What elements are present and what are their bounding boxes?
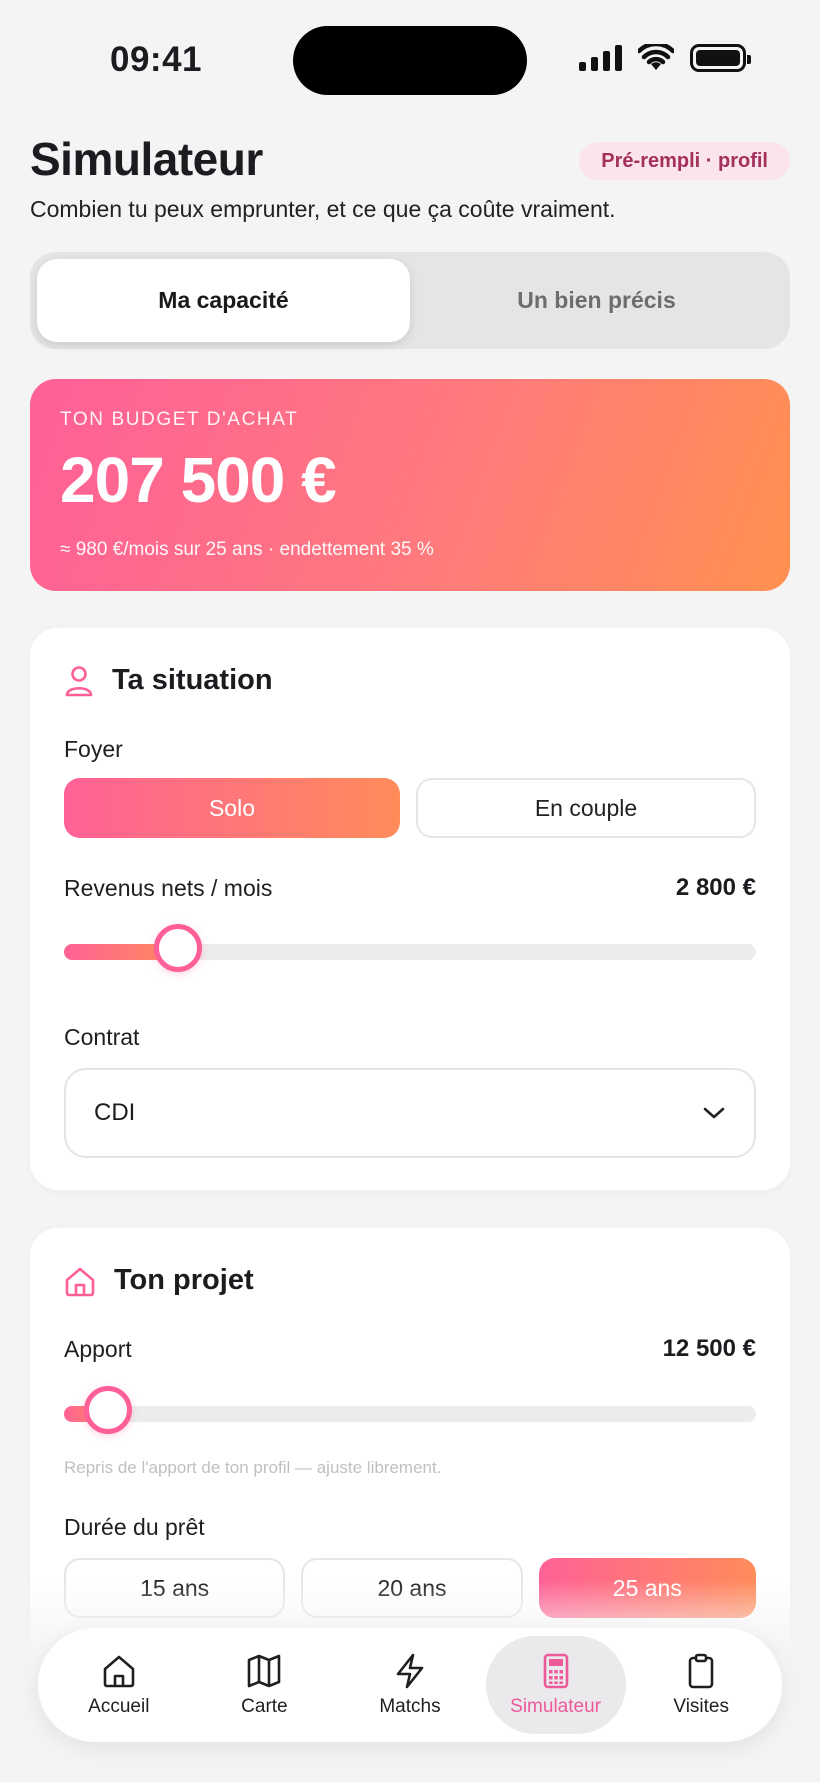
status-bar: 09:41 (0, 0, 820, 120)
contract-value: CDI (94, 1099, 136, 1126)
clipboard-icon (688, 1653, 714, 1689)
projet-title: Ton projet (114, 1264, 254, 1296)
situation-header: Ta situation (64, 664, 273, 697)
household-options: Solo En couple (64, 778, 756, 838)
tab-matchs-label: Matchs (379, 1696, 441, 1717)
tab-simulateur[interactable]: Simulateur (485, 1636, 626, 1734)
tab-ma-capacite[interactable]: Ma capacité (37, 259, 410, 342)
status-icons (579, 44, 751, 72)
calculator-icon (543, 1653, 568, 1689)
status-time: 09:41 (110, 40, 203, 79)
situation-card: Ta situation Foyer Solo En couple Revenu… (30, 628, 790, 1190)
contract-label: Contrat (64, 1024, 140, 1050)
apport-slider-thumb[interactable] (83, 1386, 132, 1434)
cellular-signal-icon (579, 45, 622, 71)
chevron-down-icon (703, 1107, 725, 1119)
wifi-icon (638, 44, 674, 70)
map-icon (248, 1654, 281, 1688)
tab-matchs[interactable]: Matchs (340, 1636, 480, 1734)
tab-carte[interactable]: Carte (194, 1636, 334, 1734)
apport-label: Apport (64, 1336, 132, 1362)
income-slider[interactable] (64, 924, 756, 972)
tab-carte-label: Carte (241, 1696, 288, 1717)
duration-label: Durée du prêt (64, 1514, 205, 1540)
tab-bar: Accueil Carte Matchs Simulateur Visites (38, 1628, 782, 1742)
tab-accueil[interactable]: Accueil (49, 1636, 189, 1734)
projet-header: Ton projet (64, 1264, 254, 1297)
household-couple-button[interactable]: En couple (416, 778, 756, 838)
budget-amount: 207 500 € (60, 444, 337, 516)
mode-segmented-control: Ma capacité Un bien précis (30, 252, 790, 349)
battery-icon (690, 44, 751, 72)
household-solo-button[interactable]: Solo (64, 778, 400, 838)
home-icon (103, 1655, 135, 1688)
tab-simulateur-label: Simulateur (510, 1696, 601, 1717)
budget-card: TON BUDGET D'ACHAT 207 500 € ≈ 980 €/moi… (30, 379, 790, 591)
lightning-icon (396, 1653, 424, 1689)
apport-slider[interactable] (64, 1386, 756, 1434)
home-icon (65, 1267, 95, 1296)
budget-label: TON BUDGET D'ACHAT (60, 409, 299, 430)
contract-select[interactable]: CDI (64, 1068, 756, 1158)
page-subtitle: Combien tu peux emprunter, et ce que ça … (30, 196, 616, 222)
apport-value: 12 500 € (662, 1335, 756, 1362)
prefill-badge[interactable]: Pré-rempli · profil (579, 142, 790, 180)
tab-visites-label: Visites (673, 1696, 729, 1717)
dynamic-island (293, 26, 527, 95)
budget-details: ≈ 980 €/mois sur 25 ans · endettement 35… (60, 539, 434, 560)
income-slider-thumb[interactable] (154, 924, 203, 972)
tab-visites[interactable]: Visites (631, 1636, 771, 1734)
situation-title: Ta situation (112, 664, 273, 696)
income-value: 2 800 € (675, 874, 756, 901)
income-label: Revenus nets / mois (64, 875, 273, 901)
tab-un-bien-precis[interactable]: Un bien précis (410, 259, 783, 342)
user-icon (65, 665, 93, 696)
page-title: Simulateur (30, 133, 263, 185)
tab-accueil-label: Accueil (88, 1696, 150, 1717)
apport-hint: Repris de l'apport de ton profil — ajust… (64, 1458, 442, 1477)
household-label: Foyer (64, 736, 123, 762)
